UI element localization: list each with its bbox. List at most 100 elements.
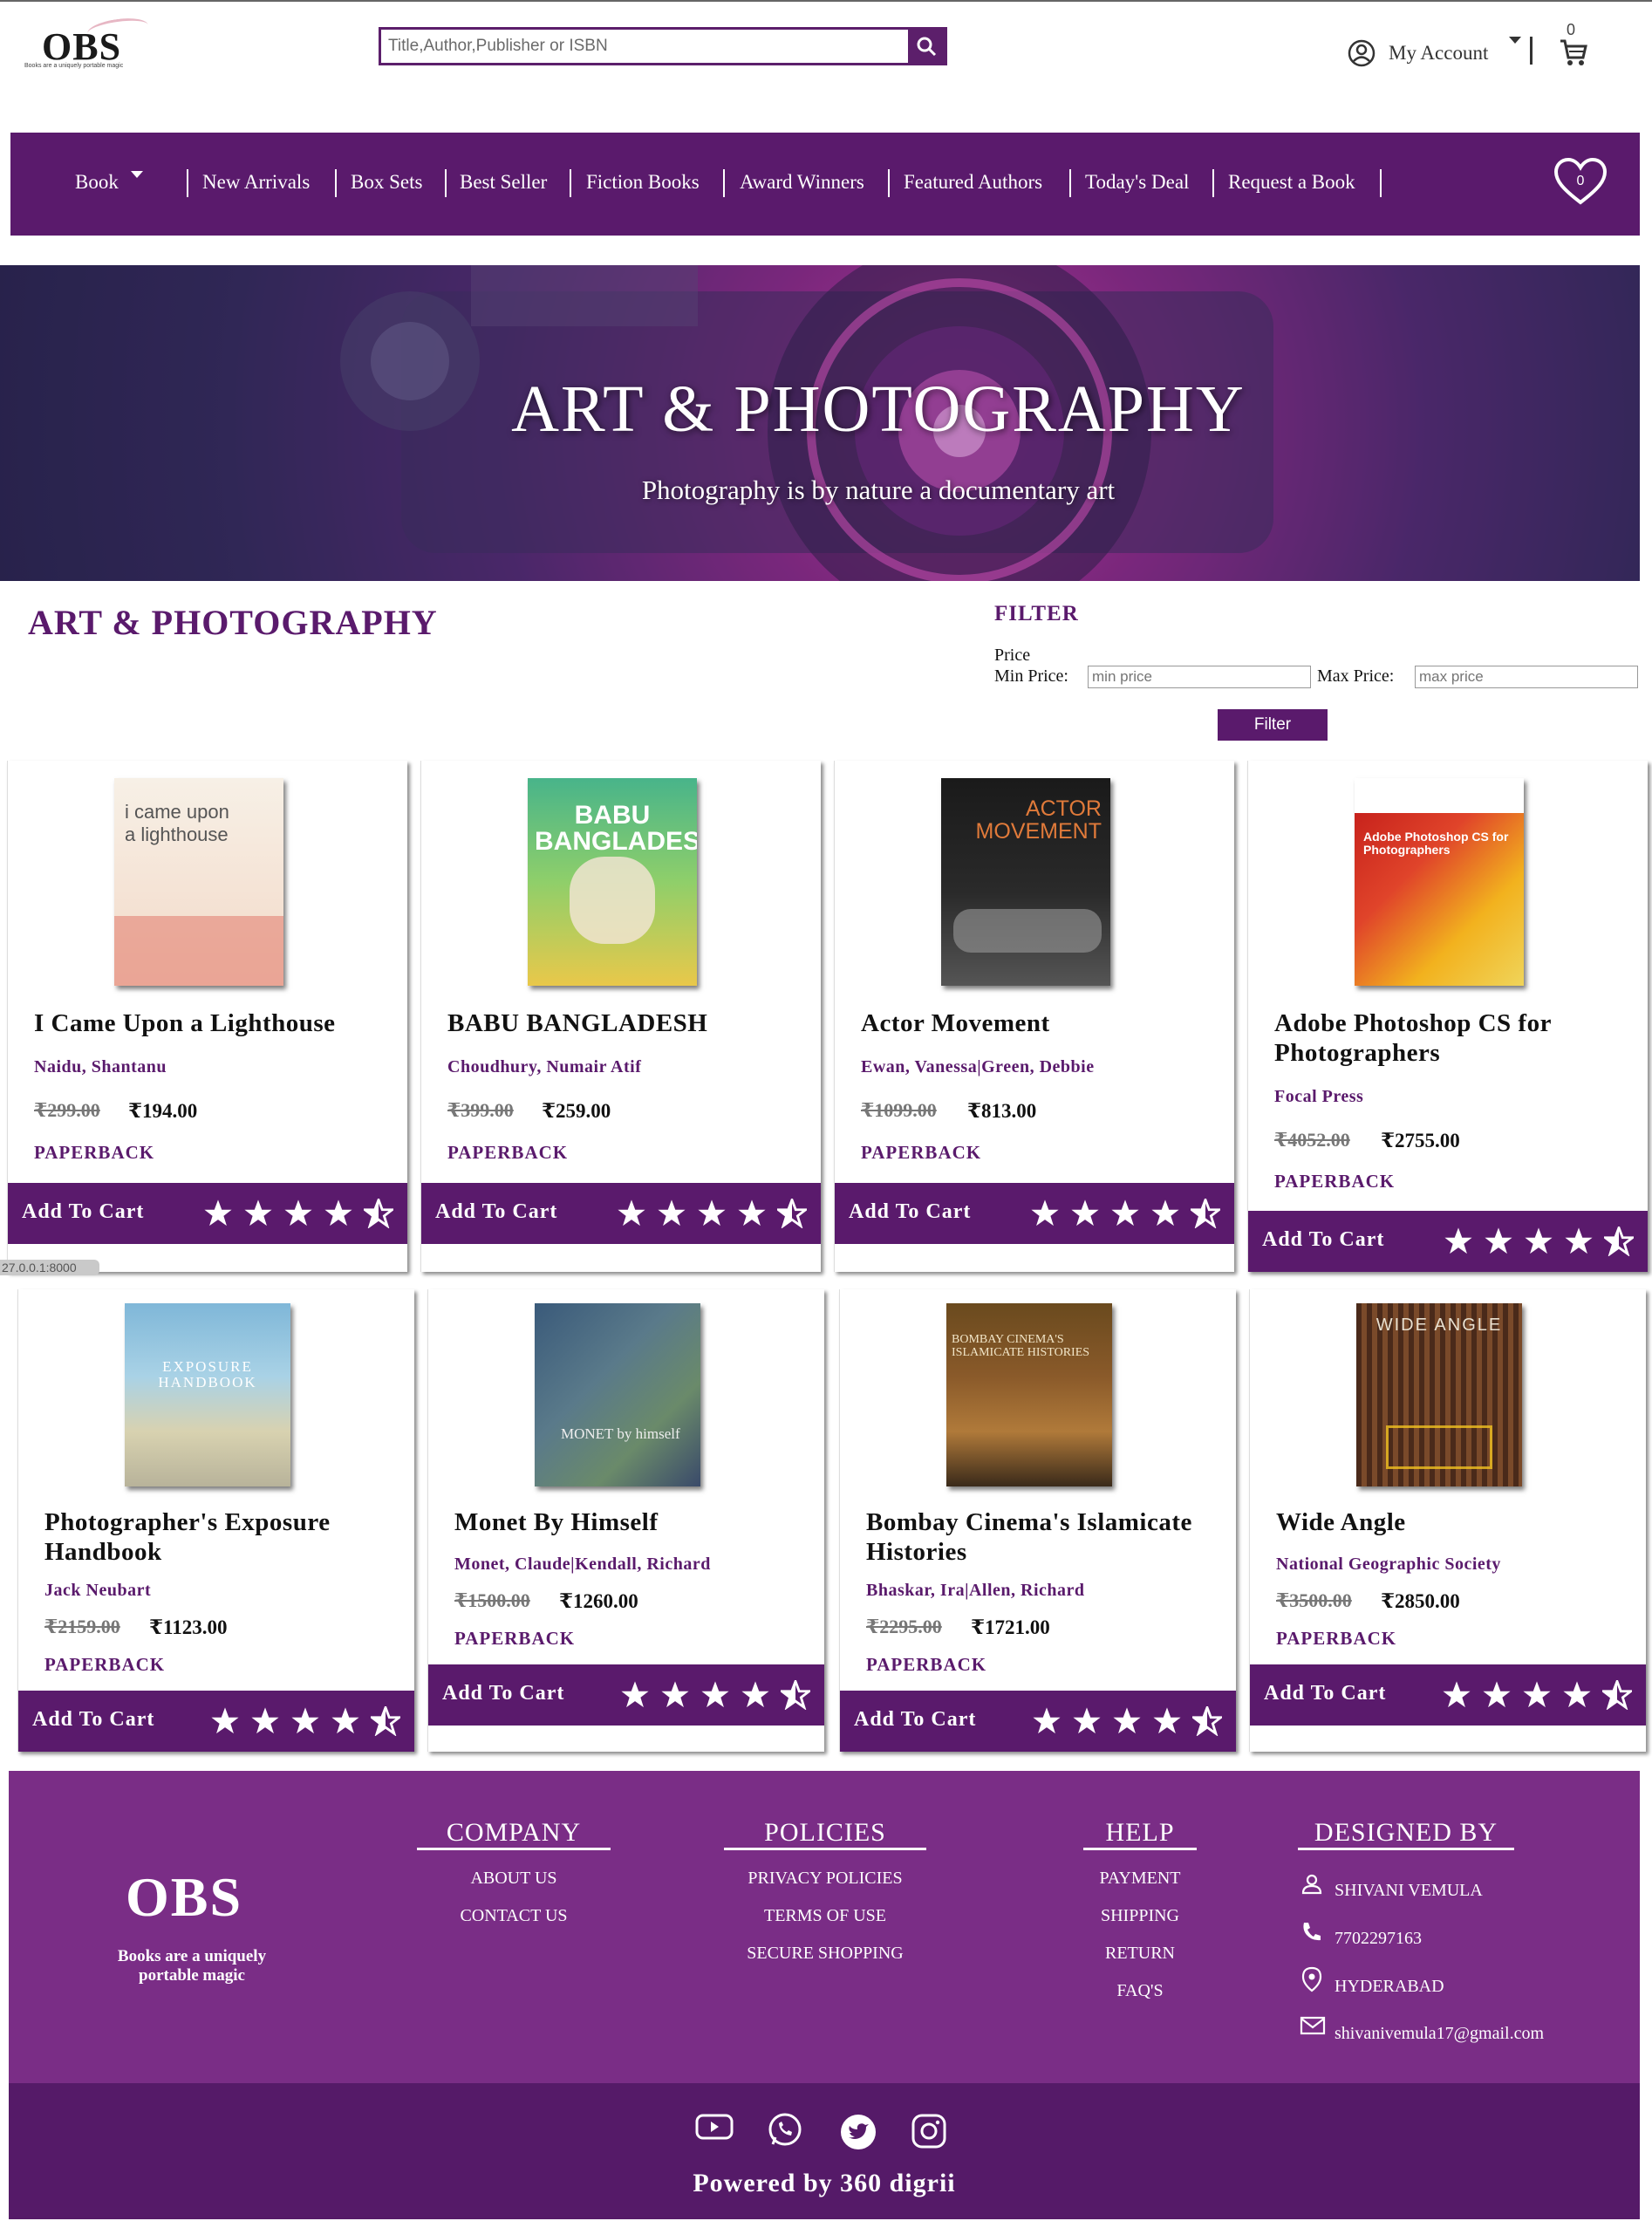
book-cover[interactable]: Adobe Photoshop CS for Photographers <box>1355 778 1524 986</box>
footer-link-return[interactable]: RETURN <box>1064 1944 1216 1964</box>
star-half-icon <box>777 1199 807 1228</box>
book-title[interactable]: Photographer's Exposure Handbook <box>44 1507 411 1567</box>
original-price: ₹2159.00 <box>44 1616 120 1637</box>
book-author[interactable]: Ewan, Vanessa|Green, Debbie <box>861 1057 1095 1077</box>
book-title[interactable]: Wide Angle <box>1276 1507 1642 1537</box>
book-author[interactable]: Choudhury, Numair Atif <box>447 1057 641 1077</box>
book-author[interactable]: Focal Press <box>1274 1087 1363 1107</box>
footer-link-shipping[interactable]: SHIPPING <box>1064 1906 1216 1926</box>
book-title[interactable]: BABU BANGLADESH <box>447 1008 814 1038</box>
filter-button[interactable]: Filter <box>1218 709 1328 741</box>
nav-item-book[interactable]: Book <box>75 171 119 194</box>
youtube-icon[interactable] <box>694 2111 734 2142</box>
whatsapp-icon[interactable] <box>766 2111 804 2149</box>
book-cover[interactable]: EXPOSURE HANDBOOK <box>125 1303 290 1486</box>
sale-price: ₹2755.00 <box>1381 1130 1460 1152</box>
book-cover[interactable]: ACTOR MOVEMENT <box>941 778 1110 986</box>
cart-bar: Add To Cart <box>421 1183 821 1244</box>
book-author[interactable]: Bhaskar, Ira|Allen, Richard <box>866 1581 1085 1601</box>
nav-item-award-winners[interactable]: Award Winners <box>740 171 864 194</box>
max-price-input[interactable] <box>1415 666 1638 688</box>
book-title[interactable]: Bombay Cinema's Islamicate Histories <box>866 1507 1232 1567</box>
nav-item-featured-authors[interactable]: Featured Authors <box>904 171 1042 194</box>
footer-heading-company: COMPANY <box>417 1818 611 1850</box>
add-to-cart-button[interactable]: Add To Cart <box>435 1200 557 1224</box>
logo-tagline: Books are a uniquely portable magic <box>24 63 124 69</box>
wishlist-button[interactable]: 0 <box>1553 157 1608 210</box>
book-cover[interactable]: i came upon a lighthouse <box>114 778 283 986</box>
star-half-icon <box>1604 1227 1634 1256</box>
book-cover[interactable]: WIDE ANGLE <box>1356 1303 1522 1486</box>
designer-email[interactable]: shivanivemula17@gmail.com <box>1335 2024 1544 2044</box>
search-input[interactable] <box>381 30 908 63</box>
book-author[interactable]: National Geographic Society <box>1276 1555 1501 1575</box>
footer-link-contact-us[interactable]: CONTACT US <box>417 1906 611 1926</box>
footer-link-about-us[interactable]: ABOUT US <box>417 1869 611 1889</box>
product-card[interactable]: i came upon a lighthouse I Came Upon a L… <box>7 761 407 1272</box>
book-cover[interactable]: MONET by himself <box>535 1303 700 1486</box>
footer-link-privacy-policies[interactable]: PRIVACY POLICIES <box>703 1869 947 1889</box>
product-card[interactable]: BOMBAY CINEMA'S ISLAMICATE HISTORIES Bom… <box>839 1289 1236 1752</box>
cart-bar: Add To Cart <box>18 1691 414 1752</box>
hero-title: ART & PHOTOGRAPHY <box>511 372 1246 446</box>
wishlist-count: 0 <box>1577 174 1585 188</box>
nav-item-todays-deal[interactable]: Today's Deal <box>1085 171 1189 194</box>
product-card[interactable]: Adobe Photoshop CS for Photographers Ado… <box>1247 761 1648 1272</box>
star-filled-icon <box>1151 1199 1179 1227</box>
book-author[interactable]: Naidu, Shantanu <box>34 1057 167 1077</box>
star-filled-icon <box>1031 1199 1059 1227</box>
book-cover[interactable]: BABU BANGLADESH! <box>528 778 697 986</box>
star-filled-icon <box>1525 1227 1553 1254</box>
nav-item-best-seller[interactable]: Best Seller <box>460 171 547 194</box>
book-title[interactable]: Monet By Himself <box>454 1507 821 1537</box>
star-filled-icon <box>741 1681 769 1708</box>
cart-bar: Add To Cart <box>8 1183 407 1244</box>
product-card[interactable]: WIDE ANGLE Wide Angle National Geographi… <box>1249 1289 1646 1752</box>
star-filled-icon <box>1111 1199 1139 1227</box>
twitter-icon[interactable] <box>839 2113 877 2151</box>
instagram-icon[interactable] <box>911 2113 947 2149</box>
footer-link-secure-shopping[interactable]: SECURE SHOPPING <box>703 1944 947 1964</box>
star-filled-icon <box>1071 1199 1099 1227</box>
sale-price: ₹1123.00 <box>149 1616 228 1638</box>
cart-bar: Add To Cart <box>840 1691 1236 1752</box>
add-to-cart-button[interactable]: Add To Cart <box>442 1682 564 1705</box>
book-cover[interactable]: BOMBAY CINEMA'S ISLAMICATE HISTORIES <box>946 1303 1112 1486</box>
book-format: PAPERBACK <box>1274 1171 1396 1192</box>
chevron-down-icon[interactable] <box>131 171 143 178</box>
book-title[interactable]: Adobe Photoshop CS for Photographers <box>1274 1008 1641 1068</box>
cover-text: WIDE ANGLE <box>1376 1316 1503 1335</box>
min-price-label: Min Price: <box>994 666 1068 686</box>
nav-item-request-a-book[interactable]: Request a Book <box>1228 171 1355 194</box>
cart-bar: Add To Cart <box>835 1183 1234 1244</box>
add-to-cart-button[interactable]: Add To Cart <box>22 1200 144 1224</box>
product-card[interactable]: MONET by himself Monet By Himself Monet,… <box>427 1289 824 1752</box>
star-filled-icon <box>618 1199 645 1227</box>
product-card[interactable]: ACTOR MOVEMENT Actor Movement Ewan, Vane… <box>834 761 1234 1272</box>
add-to-cart-button[interactable]: Add To Cart <box>854 1708 976 1732</box>
footer-link-payment[interactable]: PAYMENT <box>1064 1869 1216 1889</box>
book-author[interactable]: Monet, Claude|Kendall, Richard <box>454 1555 711 1575</box>
product-card[interactable]: EXPOSURE HANDBOOK Photographer's Exposur… <box>17 1289 414 1752</box>
book-author[interactable]: Jack Neubart <box>44 1581 151 1601</box>
add-to-cart-button[interactable]: Add To Cart <box>849 1200 971 1224</box>
nav-item-box-sets[interactable]: Box Sets <box>351 171 422 194</box>
add-to-cart-button[interactable]: Add To Cart <box>1262 1228 1384 1252</box>
nav-item-new-arrivals[interactable]: New Arrivals <box>202 171 310 194</box>
footer-link-terms-of-use[interactable]: TERMS OF USE <box>703 1906 947 1926</box>
star-filled-icon <box>211 1707 239 1734</box>
chevron-down-icon[interactable] <box>1509 37 1521 44</box>
book-title[interactable]: Actor Movement <box>861 1008 1227 1038</box>
nav-item-fiction-books[interactable]: Fiction Books <box>586 171 700 194</box>
add-to-cart-button[interactable]: Add To Cart <box>1264 1682 1386 1705</box>
min-price-input[interactable] <box>1088 666 1311 688</box>
footer-link-faqs[interactable]: FAQ'S <box>1064 1981 1216 2001</box>
book-title[interactable]: I Came Upon a Lighthouse <box>34 1008 409 1038</box>
product-card[interactable]: BABU BANGLADESH! BABU BANGLADESH Choudhu… <box>420 761 821 1272</box>
cart-button[interactable] <box>1558 37 1589 72</box>
search-icon <box>917 37 937 57</box>
search-button[interactable] <box>908 30 945 63</box>
my-account-menu[interactable]: My Account <box>1347 38 1488 68</box>
book-format: PAPERBACK <box>44 1654 166 1675</box>
add-to-cart-button[interactable]: Add To Cart <box>32 1708 154 1732</box>
